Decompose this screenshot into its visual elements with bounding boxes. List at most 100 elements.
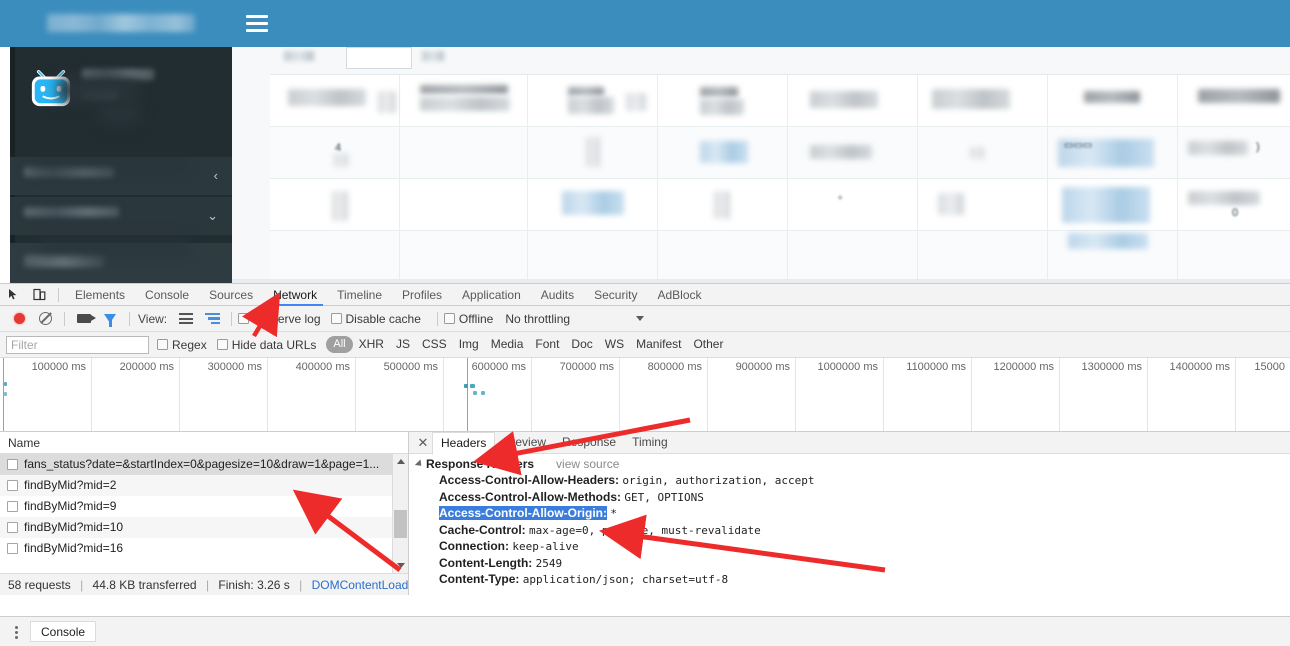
list-item[interactable]: findByMid?mid=2 xyxy=(0,475,408,496)
list-item[interactable]: fans_status?date=&startIndex=0&pagesize=… xyxy=(0,454,408,475)
list-item[interactable]: findByMid?mid=9 xyxy=(0,496,408,517)
chevron-down-icon[interactable]: ⌄ xyxy=(207,209,218,222)
filter-type-manifest[interactable]: Manifest xyxy=(630,336,687,353)
filter-type-ws[interactable]: WS xyxy=(599,336,630,353)
filter-type-img[interactable]: Img xyxy=(453,336,485,353)
header-row[interactable]: Cache-Control: max-age=0, private, must-… xyxy=(415,522,1290,539)
sidebar-smudge-4 xyxy=(40,233,190,259)
view-label: View: xyxy=(138,311,168,326)
filter-type-doc[interactable]: Doc xyxy=(565,336,598,353)
tab-sources[interactable]: Sources xyxy=(199,284,263,306)
filter-type-xhr[interactable]: XHR xyxy=(353,336,390,353)
timeline-request-mark xyxy=(470,384,475,388)
detail-tab-headers[interactable]: Headers xyxy=(432,432,496,455)
regex-checkbox[interactable]: Regex xyxy=(157,338,207,352)
close-icon[interactable]: ✕ xyxy=(414,432,432,454)
funnel-icon[interactable] xyxy=(97,308,123,330)
request-column-header[interactable]: Name xyxy=(0,432,408,454)
request-detail-pane: ✕ Headers Preview Response Timing Respon… xyxy=(409,432,1290,595)
hide-data-urls-checkbox[interactable]: Hide data URLs xyxy=(216,338,316,352)
detail-tab-preview[interactable]: Preview xyxy=(495,432,554,453)
toolbar-input[interactable] xyxy=(346,47,412,69)
network-timeline-overview[interactable]: 100000 ms 200000 ms 300000 ms 400000 ms … xyxy=(0,358,1290,432)
timeline-tick: 500000 ms xyxy=(356,358,444,431)
table-cell xyxy=(918,231,1048,282)
toggle-device-toolbar-icon[interactable] xyxy=(26,284,52,306)
preserve-log-checkbox[interactable]: Preserve log xyxy=(238,312,321,326)
filter-type-font[interactable]: Font xyxy=(529,336,565,353)
tab-adblock[interactable]: AdBlock xyxy=(647,284,711,306)
filter-input[interactable] xyxy=(6,335,149,354)
header-row[interactable]: Content-Length: 2549 xyxy=(415,555,1290,572)
table-cell xyxy=(528,231,658,282)
waterfall-view-icon[interactable] xyxy=(199,308,225,330)
scroll-down-arrow-icon[interactable] xyxy=(393,558,408,573)
list-item[interactable]: findByMid?mid=16 xyxy=(0,538,408,559)
throttling-select[interactable]: No throttling xyxy=(505,312,570,326)
list-item[interactable]: findByMid?mid=10 xyxy=(0,517,408,538)
tab-security[interactable]: Security xyxy=(584,284,647,306)
list-view-icon[interactable] xyxy=(173,308,199,330)
timeline-tick: 1300000 ms xyxy=(1060,358,1148,431)
offline-checkbox[interactable]: Offline xyxy=(443,312,493,326)
scrollbar-thumb[interactable] xyxy=(394,510,407,538)
filter-type-js[interactable]: JS xyxy=(390,336,416,353)
header-row[interactable]: Access-Control-Allow-Headers: origin, au… xyxy=(415,472,1290,489)
header-row-highlighted[interactable]: Access-Control-Allow-Origin: * xyxy=(415,505,1290,522)
tab-profiles[interactable]: Profiles xyxy=(392,284,452,306)
tab-network[interactable]: Network xyxy=(263,284,327,306)
hamburger-icon[interactable] xyxy=(246,15,268,32)
table-row[interactable] xyxy=(270,231,1290,283)
table-cell xyxy=(270,231,400,282)
tab-elements[interactable]: Elements xyxy=(65,284,135,306)
detail-tab-response[interactable]: Response xyxy=(554,432,624,453)
tab-application[interactable]: Application xyxy=(452,284,531,306)
request-list-scrollbar[interactable] xyxy=(392,454,408,573)
disable-cache-checkbox[interactable]: Disable cache xyxy=(330,312,421,326)
detail-tab-timing[interactable]: Timing xyxy=(624,432,676,453)
request-type-icon xyxy=(7,500,18,512)
scroll-up-arrow-icon[interactable] xyxy=(393,454,408,469)
view-source-link[interactable]: view source xyxy=(556,457,619,471)
filter-type-other[interactable]: Other xyxy=(687,336,729,353)
chevron-down-icon[interactable] xyxy=(636,316,644,321)
toolbar-divider xyxy=(58,287,59,302)
request-type-icon xyxy=(7,542,18,554)
tab-console[interactable]: Console xyxy=(135,284,199,306)
filter-type-all[interactable]: All xyxy=(326,336,353,353)
toolbar-divider xyxy=(64,311,65,326)
header-key: Access-Control-Allow-Headers: xyxy=(439,473,620,487)
kebab-menu-icon[interactable] xyxy=(10,623,24,641)
drawer-tab-console[interactable]: Console xyxy=(30,621,97,642)
inspect-element-icon[interactable] xyxy=(0,284,26,306)
timeline-tick: 1000000 ms xyxy=(796,358,884,431)
table-row[interactable]: 4 ▭▭▭) xyxy=(270,127,1290,179)
header-row[interactable]: Access-Control-Allow-Methods: GET, OPTIO… xyxy=(415,489,1290,506)
filter-type-media[interactable]: Media xyxy=(485,336,530,353)
timeline-tick: 900000 ms xyxy=(708,358,796,431)
filter-type-css[interactable]: CSS xyxy=(416,336,453,353)
finish-time: Finish: 3.26 s xyxy=(218,578,290,592)
table-cell xyxy=(400,75,528,126)
header-value: * xyxy=(610,507,617,520)
request-list[interactable]: fans_status?date=&startIndex=0&pagesize=… xyxy=(0,454,408,573)
header-key: Content-Length: xyxy=(439,555,533,570)
camera-icon[interactable] xyxy=(71,308,97,330)
devtools-tabbar: Elements Console Sources Network Timelin… xyxy=(0,284,1290,306)
page-topbar xyxy=(0,0,1290,47)
sidebar-item-2[interactable]: ⌄ xyxy=(10,197,232,235)
header-row[interactable]: Content-Type: application/json; charset=… xyxy=(415,571,1290,588)
tab-timeline[interactable]: Timeline xyxy=(327,284,392,306)
header-row[interactable]: Connection: keep-alive xyxy=(415,538,1290,555)
clear-icon[interactable] xyxy=(32,308,58,330)
record-icon[interactable] xyxy=(6,308,32,330)
table-row[interactable]: ° 0 xyxy=(270,179,1290,231)
network-lower-area: Name fans_status?date=&startIndex=0&page… xyxy=(0,432,1290,595)
table-row[interactable] xyxy=(270,75,1290,127)
response-headers-section[interactable]: Response Headers view source xyxy=(414,456,1290,472)
chevron-left-icon[interactable]: ‹ xyxy=(214,169,218,182)
timeline-tick: 200000 ms xyxy=(92,358,180,431)
console-drawer: Console xyxy=(0,616,1290,646)
disclosure-triangle-icon[interactable] xyxy=(414,459,425,469)
tab-audits[interactable]: Audits xyxy=(531,284,584,306)
